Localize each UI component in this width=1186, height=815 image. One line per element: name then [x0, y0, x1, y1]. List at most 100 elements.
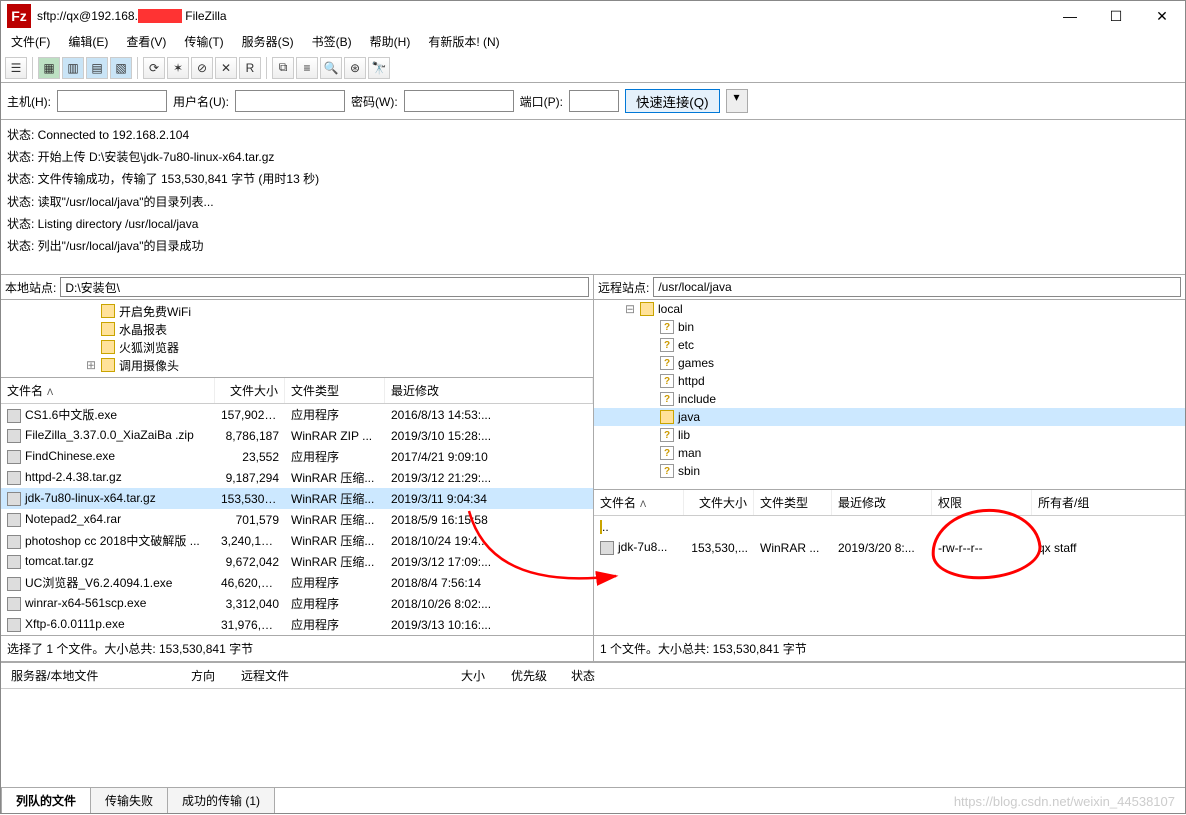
disconnect-button[interactable]: ✕ — [215, 57, 237, 79]
local-tree-item[interactable]: 水晶报表 — [1, 320, 593, 338]
remote-file-row[interactable]: .. — [594, 516, 1185, 537]
port-input[interactable] — [569, 90, 619, 112]
local-file-row[interactable]: tomcat.tar.gz9,672,042WinRAR 压缩...2019/3… — [1, 551, 593, 572]
folder-icon — [101, 322, 115, 336]
file-icon — [7, 577, 21, 591]
rcol-modified[interactable]: 最近修改 — [832, 490, 932, 515]
remote-status: 1 个文件。大小总共: 153,530,841 字节 — [594, 636, 813, 661]
filter-button[interactable]: ⧉ — [272, 57, 294, 79]
sync-browse-button[interactable]: 🔍 — [320, 57, 342, 79]
local-tree-item[interactable]: 开启免费WiFi — [1, 302, 593, 320]
file-icon — [7, 429, 21, 443]
folder-icon — [101, 340, 115, 354]
local-path-input[interactable] — [60, 277, 589, 297]
qcol-direction[interactable]: 方向 — [181, 667, 231, 684]
remote-tree-item[interactable]: ?bin — [594, 318, 1185, 336]
search-button[interactable]: ⊛ — [344, 57, 366, 79]
tab-failed-transfers[interactable]: 传输失败 — [90, 787, 168, 813]
remote-tree-item[interactable]: ⊟local — [594, 300, 1185, 318]
rcol-filesize[interactable]: 文件大小 — [684, 490, 754, 515]
minimize-button[interactable]: — — [1047, 1, 1093, 31]
titlebar: Fz sftp://qx@192.168. FileZilla — ☐ ✕ — [1, 1, 1185, 31]
remote-tree-item[interactable]: ?httpd — [594, 372, 1185, 390]
qcol-remote[interactable]: 远程文件 — [231, 667, 451, 684]
menu-item[interactable]: 传输(T) — [180, 31, 227, 53]
local-file-row[interactable]: photoshop cc 2018中文破解版 ...3,240,133,...W… — [1, 530, 593, 551]
qcol-server[interactable]: 服务器/本地文件 — [1, 667, 181, 684]
local-file-row[interactable]: FileZilla_3.37.0.0_XiaZaiBa .zip8,786,18… — [1, 425, 593, 446]
local-file-list[interactable]: 文件名ᐱ 文件大小 文件类型 最近修改 CS1.6中文版.exe157,902,… — [1, 378, 593, 635]
remote-tree-item[interactable]: ?man — [594, 444, 1185, 462]
col-filename[interactable]: 文件名ᐱ — [1, 378, 215, 403]
transfer-queue-header[interactable]: 服务器/本地文件 方向 远程文件 大小 优先级 状态 — [1, 662, 1185, 689]
qcol-priority[interactable]: 优先级 — [501, 667, 561, 684]
cancel-button[interactable]: ⊘ — [191, 57, 213, 79]
username-input[interactable] — [235, 90, 345, 112]
local-file-row[interactable]: jdk-7u80-linux-x64.tar.gz153,530,8...Win… — [1, 488, 593, 509]
toggle-queue-button[interactable]: ▧ — [110, 57, 132, 79]
remote-list-header[interactable]: 文件名ᐱ 文件大小 文件类型 最近修改 权限 所有者/组 — [594, 490, 1185, 516]
menu-item[interactable]: 书签(B) — [308, 31, 356, 53]
col-filetype[interactable]: 文件类型 — [285, 378, 385, 403]
rcol-owner[interactable]: 所有者/组 — [1032, 490, 1185, 515]
qcol-size[interactable]: 大小 — [451, 667, 501, 684]
process-queue-button[interactable]: ✶ — [167, 57, 189, 79]
local-tree[interactable]: 开启免费WiFi水晶报表火狐浏览器⊞调用摄像头 — [1, 300, 593, 378]
tab-successful-transfers[interactable]: 成功的传输 (1) — [167, 787, 275, 813]
sitemanager-button[interactable]: ☰ — [5, 57, 27, 79]
menu-item[interactable]: 查看(V) — [122, 31, 170, 53]
local-file-row[interactable]: Xftp-6.0.0111p.exe31,976,272应用程序2019/3/1… — [1, 614, 593, 635]
remote-file-list[interactable]: 文件名ᐱ 文件大小 文件类型 最近修改 权限 所有者/组 ..jdk-7u8..… — [594, 490, 1185, 635]
menu-item[interactable]: 文件(F) — [7, 31, 54, 53]
menu-item[interactable]: 有新版本! (N) — [424, 31, 503, 53]
remote-tree-item[interactable]: ?lib — [594, 426, 1185, 444]
refresh-button[interactable]: ⟳ — [143, 57, 165, 79]
close-button[interactable]: ✕ — [1139, 1, 1185, 31]
folder-icon — [660, 410, 674, 424]
col-modified[interactable]: 最近修改 — [385, 378, 593, 403]
maximize-button[interactable]: ☐ — [1093, 1, 1139, 31]
rcol-filetype[interactable]: 文件类型 — [754, 490, 832, 515]
tab-queued-files[interactable]: 列队的文件 — [1, 787, 91, 813]
rcol-filename[interactable]: 文件名ᐱ — [594, 490, 684, 515]
toggle-local-tree-button[interactable]: ▥ — [62, 57, 84, 79]
remote-tree-item[interactable]: java — [594, 408, 1185, 426]
binoculars-icon[interactable]: 🔭 — [368, 57, 390, 79]
menu-item[interactable]: 帮助(H) — [366, 31, 415, 53]
local-file-row[interactable]: FindChinese.exe23,552应用程序2017/4/21 9:09:… — [1, 446, 593, 467]
remote-path-input[interactable] — [653, 277, 1181, 297]
quickconnect-button[interactable]: 快速连接(Q) — [625, 89, 720, 113]
remote-tree-item[interactable]: ?sbin — [594, 462, 1185, 480]
remote-tree-item[interactable]: ?games — [594, 354, 1185, 372]
local-tree-item[interactable]: ⊞调用摄像头 — [1, 356, 593, 374]
host-label: 主机(H): — [7, 93, 51, 110]
remote-tree-item[interactable]: ?etc — [594, 336, 1185, 354]
remote-file-row[interactable]: jdk-7u8...153,530,...WinRAR ...2019/3/20… — [594, 537, 1185, 558]
transfer-queue[interactable] — [1, 689, 1185, 753]
toolbar: ☰ ▦ ▥ ▤ ▧ ⟳ ✶ ⊘ ✕ R ⧉ ≡ 🔍 ⊛ 🔭 — [1, 53, 1185, 83]
toggle-remote-tree-button[interactable]: ▤ — [86, 57, 108, 79]
message-log[interactable]: 状态: Connected to 192.168.2.104 状态: 开始上传 … — [1, 120, 1185, 275]
reconnect-button[interactable]: R — [239, 57, 261, 79]
qcol-status[interactable]: 状态 — [561, 667, 621, 684]
toggle-log-button[interactable]: ▦ — [38, 57, 60, 79]
local-file-row[interactable]: httpd-2.4.38.tar.gz9,187,294WinRAR 压缩...… — [1, 467, 593, 488]
rcol-permissions[interactable]: 权限 — [932, 490, 1032, 515]
menu-item[interactable]: 服务器(S) — [238, 31, 298, 53]
local-file-row[interactable]: CS1.6中文版.exe157,902,1...应用程序2016/8/13 14… — [1, 404, 593, 425]
password-input[interactable] — [404, 90, 514, 112]
local-file-row[interactable]: winrar-x64-561scp.exe3,312,040应用程序2018/1… — [1, 593, 593, 614]
port-label: 端口(P): — [520, 93, 563, 110]
menu-item[interactable]: 编辑(E) — [64, 31, 112, 53]
remote-tree[interactable]: ⊟local?bin?etc?games?httpd?includejava?l… — [594, 300, 1185, 490]
quickconnect-dropdown[interactable]: ▾ — [726, 89, 748, 113]
local-file-row[interactable]: UC浏览器_V6.2.4094.1.exe46,620,904应用程序2018/… — [1, 572, 593, 593]
local-tree-item[interactable]: 火狐浏览器 — [1, 338, 593, 356]
compare-button[interactable]: ≡ — [296, 57, 318, 79]
local-file-row[interactable]: Notepad2_x64.rar701,579WinRAR 压缩...2018/… — [1, 509, 593, 530]
remote-tree-item[interactable]: ?include — [594, 390, 1185, 408]
file-icon — [7, 513, 21, 527]
host-input[interactable] — [57, 90, 167, 112]
col-filesize[interactable]: 文件大小 — [215, 378, 285, 403]
local-list-header[interactable]: 文件名ᐱ 文件大小 文件类型 最近修改 — [1, 378, 593, 404]
